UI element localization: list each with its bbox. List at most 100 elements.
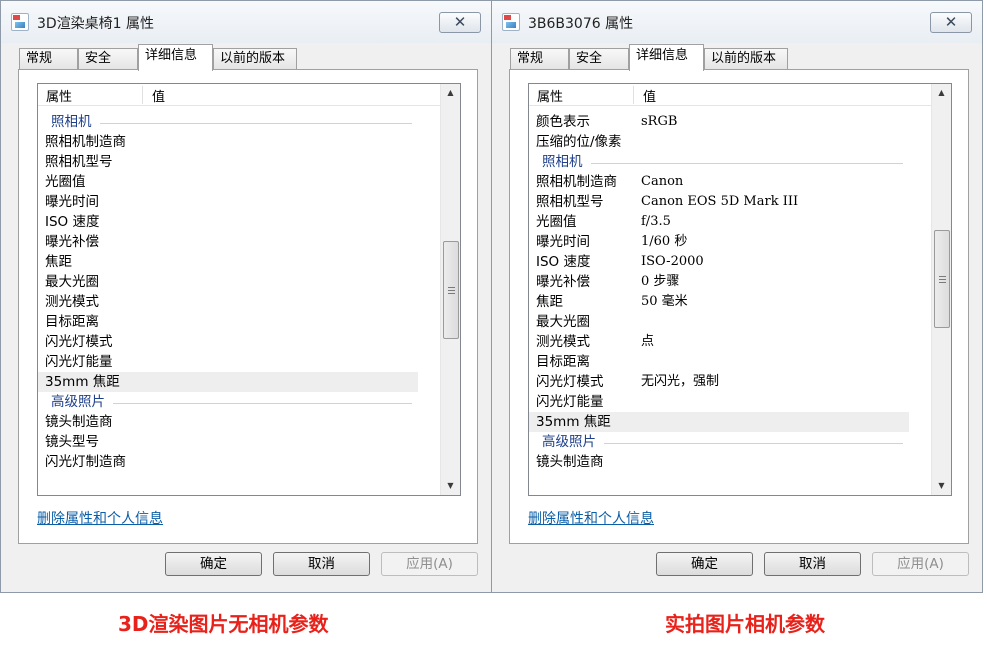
- tab-general[interactable]: 常规: [510, 48, 569, 70]
- property-row[interactable]: 目标距离: [38, 312, 418, 332]
- property-row[interactable]: 曝光补偿: [38, 232, 418, 252]
- property-name: 目标距离: [536, 354, 590, 370]
- property-row[interactable]: 闪光灯制造商: [38, 452, 418, 472]
- property-row[interactable]: 照相机型号: [38, 152, 418, 172]
- cancel-button[interactable]: 取消: [273, 552, 370, 576]
- properties-dialog-left: 3D渲染桌椅1 属性 ✕ 常规 安全 详细信息 以前的版本 属性 值 照相机 照相…: [0, 0, 492, 593]
- property-row[interactable]: 35mm 焦距: [529, 412, 909, 432]
- property-value: 点: [641, 334, 655, 349]
- scroll-thumb[interactable]: [934, 230, 950, 328]
- column-divider[interactable]: [633, 86, 634, 104]
- scroll-up-arrow-icon[interactable]: ▲: [441, 84, 460, 102]
- property-row[interactable]: 曝光补偿 0 步骤: [529, 272, 909, 292]
- property-rows: 照相机照相机制造商照相机型号光圈值 曝光时间 ISO 速度曝光补偿 焦距 最大光圈 测光模…: [38, 106, 440, 495]
- property-row[interactable]: 镜头制造商: [529, 452, 909, 472]
- group-header[interactable]: 高级照片: [38, 392, 418, 412]
- property-row[interactable]: 35mm 焦距: [38, 372, 418, 392]
- column-header-value[interactable]: 值: [643, 86, 656, 105]
- vertical-scrollbar[interactable]: ▲ ▼: [440, 84, 460, 495]
- property-value: 0 步骤: [641, 274, 680, 289]
- property-name: 曝光补偿: [536, 274, 590, 290]
- property-row[interactable]: ISO 速度: [38, 212, 418, 232]
- property-row[interactable]: 颜色表示 sRGB: [529, 112, 909, 132]
- property-row[interactable]: 曝光时间: [38, 192, 418, 212]
- property-name: 照相机型号: [45, 154, 113, 170]
- tab-security[interactable]: 安全: [78, 48, 138, 70]
- property-row[interactable]: 测光模式 点: [529, 332, 909, 352]
- property-row[interactable]: 照相机制造商 Canon: [529, 172, 909, 192]
- property-row[interactable]: 镜头制造商: [38, 412, 418, 432]
- property-row[interactable]: 光圈值 f/3.5: [529, 212, 909, 232]
- group-label: 高级照片: [51, 394, 105, 410]
- tab-details[interactable]: 详细信息: [629, 44, 704, 71]
- cancel-button[interactable]: 取消: [764, 552, 861, 576]
- group-divider: [113, 403, 412, 404]
- list-header: 属性 值: [529, 84, 931, 106]
- group-header[interactable]: 照相机: [529, 152, 909, 172]
- remove-properties-link[interactable]: 删除属性和个人信息: [37, 508, 163, 528]
- scroll-thumb[interactable]: [443, 241, 459, 339]
- property-row[interactable]: 焦距: [38, 252, 418, 272]
- property-row[interactable]: 焦距 50 毫米: [529, 292, 909, 312]
- column-divider[interactable]: [142, 86, 143, 104]
- property-row[interactable]: 闪光灯模式 无闪光，强制: [529, 372, 909, 392]
- property-row[interactable]: 光圈值: [38, 172, 418, 192]
- column-header-property[interactable]: 属性: [46, 86, 72, 105]
- property-name: 颜色表示: [536, 114, 590, 130]
- group-divider: [591, 163, 903, 164]
- details-panel: 属性 值 颜色表示 sRGB 压缩的位/像素 照相机 照相机制造商 Canon 照相机型号 C…: [509, 69, 969, 544]
- property-row[interactable]: 闪光灯模式: [38, 332, 418, 352]
- property-name: 闪光灯模式: [45, 334, 113, 350]
- caption-real-photo-camera: 实拍图片相机参数: [665, 612, 825, 636]
- property-name: 镜头型号: [45, 434, 99, 450]
- scroll-up-arrow-icon[interactable]: ▲: [932, 84, 951, 102]
- title-bar: 3D渲染桌椅1 属性 ✕: [1, 1, 491, 43]
- group-header[interactable]: 照相机: [38, 112, 418, 132]
- property-row[interactable]: 镜头型号: [38, 432, 418, 452]
- property-row[interactable]: 闪光灯能量: [529, 392, 909, 412]
- tab-previous-versions[interactable]: 以前的版本: [704, 48, 788, 70]
- close-button[interactable]: ✕: [439, 12, 481, 33]
- property-row[interactable]: ISO 速度 ISO-2000: [529, 252, 909, 272]
- caption-rendered-no-camera: 3D渲染图片无相机参数: [118, 612, 329, 636]
- property-name: 最大光圈: [536, 314, 590, 330]
- column-header-value[interactable]: 值: [152, 86, 165, 105]
- property-name: 曝光时间: [536, 234, 590, 250]
- group-label: 照相机: [51, 114, 92, 130]
- group-header[interactable]: 高级照片: [529, 432, 909, 452]
- title-bar: 3B6B3076 属性 ✕: [492, 1, 982, 43]
- tab-details[interactable]: 详细信息: [138, 44, 213, 71]
- scroll-down-arrow-icon[interactable]: ▼: [441, 477, 460, 495]
- property-row[interactable]: 压缩的位/像素: [529, 132, 909, 152]
- close-button[interactable]: ✕: [930, 12, 972, 33]
- vertical-scrollbar[interactable]: ▲ ▼: [931, 84, 951, 495]
- property-row[interactable]: 照相机型号 Canon EOS 5D Mark III: [529, 192, 909, 212]
- ok-button[interactable]: 确定: [656, 552, 753, 576]
- property-row[interactable]: 最大光圈: [38, 272, 418, 292]
- property-row[interactable]: 目标距离: [529, 352, 909, 372]
- property-list[interactable]: 属性 值 颜色表示 sRGB 压缩的位/像素 照相机 照相机制造商 Canon 照相机型号 C…: [528, 83, 952, 496]
- grip-icon: [939, 276, 946, 283]
- property-value: 1/60 秒: [641, 234, 688, 249]
- property-list[interactable]: 属性 值 照相机照相机制造商照相机型号光圈值 曝光时间 ISO 速度曝光补偿 焦距 最大…: [37, 83, 461, 496]
- column-header-property[interactable]: 属性: [537, 86, 563, 105]
- apply-button[interactable]: 应用(A): [381, 552, 478, 576]
- property-row[interactable]: 最大光圈: [529, 312, 909, 332]
- group-divider: [100, 123, 412, 124]
- scroll-down-arrow-icon[interactable]: ▼: [932, 477, 951, 495]
- property-row[interactable]: 闪光灯能量: [38, 352, 418, 372]
- ok-button[interactable]: 确定: [165, 552, 262, 576]
- property-row[interactable]: 测光模式: [38, 292, 418, 312]
- image-file-icon: [11, 13, 29, 31]
- apply-button[interactable]: 应用(A): [872, 552, 969, 576]
- property-row[interactable]: 照相机制造商: [38, 132, 418, 152]
- property-rows: 颜色表示 sRGB 压缩的位/像素 照相机 照相机制造商 Canon 照相机型号 Canon …: [529, 106, 931, 495]
- remove-properties-link[interactable]: 删除属性和个人信息: [528, 508, 654, 528]
- tab-security[interactable]: 安全: [569, 48, 629, 70]
- property-name: ISO 速度: [45, 214, 100, 230]
- tab-general[interactable]: 常规: [19, 48, 78, 70]
- property-row[interactable]: 曝光时间 1/60 秒: [529, 232, 909, 252]
- property-value: ISO-2000: [641, 254, 704, 269]
- property-name: 镜头制造商: [45, 414, 113, 430]
- tab-previous-versions[interactable]: 以前的版本: [213, 48, 297, 70]
